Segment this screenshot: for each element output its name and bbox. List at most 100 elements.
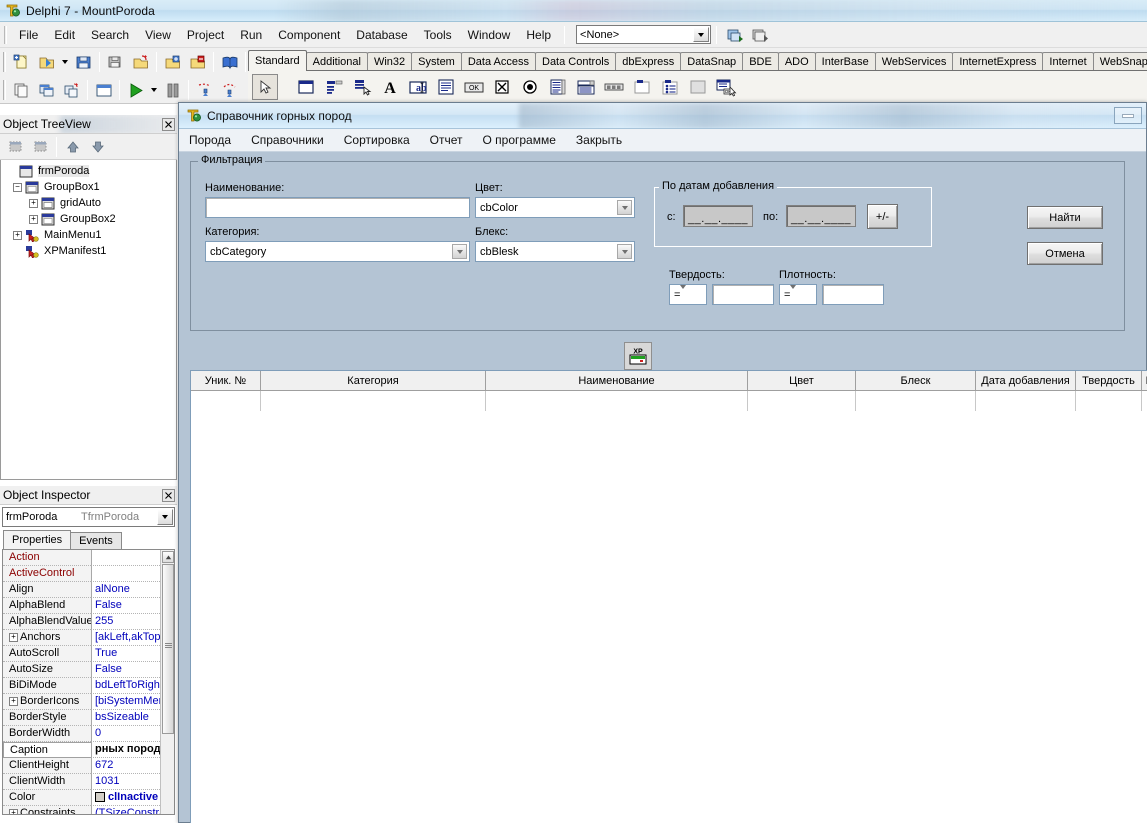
tab-events[interactable]: Events (70, 532, 122, 549)
add-file-to-project-icon[interactable] (161, 51, 184, 73)
close-icon[interactable] (162, 488, 175, 502)
palette-tab-system[interactable]: System (411, 52, 462, 71)
property-row[interactable]: ActiveControl (3, 566, 174, 582)
memo-icon[interactable] (433, 74, 459, 100)
chevron-down-icon[interactable] (680, 284, 687, 301)
property-row[interactable]: + Anchors [akLeft,akTop] (3, 630, 174, 646)
color-combo[interactable]: cbColor (475, 197, 635, 218)
popupmenu-icon[interactable] (349, 74, 375, 100)
menu-run[interactable]: Run (232, 25, 270, 45)
frames-icon[interactable] (293, 74, 319, 100)
form-menu-o-programme[interactable]: О программе (472, 131, 565, 149)
expander-plus-icon[interactable]: + (9, 808, 18, 814)
tab-properties[interactable]: Properties (3, 530, 72, 549)
palette-tab-win32[interactable]: Win32 (366, 52, 413, 71)
radiobutton-icon[interactable] (517, 74, 543, 100)
radiogroup-icon[interactable] (657, 74, 683, 100)
pause-icon[interactable] (161, 79, 184, 101)
trace-into-icon[interactable] (193, 79, 216, 101)
chevron-down-icon[interactable] (617, 200, 632, 215)
open-project-icon2[interactable] (129, 51, 152, 73)
menu-view[interactable]: View (137, 25, 179, 45)
grid-column-unique-no[interactable]: Уник. № (191, 371, 261, 391)
close-icon[interactable] (162, 117, 175, 131)
palette-tab-internetexpress[interactable]: InternetExpress (952, 52, 1044, 71)
toolbar-grip-1[interactable] (3, 52, 6, 72)
property-name-expandable[interactable]: + Constraints (3, 806, 91, 814)
property-row[interactable]: AutoScroll True (3, 646, 174, 662)
form-menu-otchet[interactable]: Отчет (420, 131, 473, 149)
grid-column-density[interactable]: Плотность (1142, 371, 1147, 391)
property-row[interactable]: BorderStyle bsSizeable (3, 710, 174, 726)
step-over-icon[interactable] (218, 79, 241, 101)
tree-node-GroupBox1[interactable]: − GroupBox1 (1, 179, 176, 195)
property-row[interactable]: BiDiMode bdLeftToRight (3, 678, 174, 694)
tree-node-XPManifest1[interactable]: XPManifest1 (1, 243, 176, 259)
palette-tab-websnap[interactable]: WebSnap (1092, 52, 1147, 71)
chevron-down-icon[interactable] (452, 244, 467, 259)
object-tree[interactable]: frmPoroda − GroupBox1 + gridAuto + Group… (0, 160, 177, 480)
property-name-expandable[interactable]: + BorderIcons (3, 694, 91, 710)
property-row[interactable]: Action (3, 550, 174, 566)
palette-tab-additional[interactable]: Additional (305, 52, 368, 71)
checkbox-icon[interactable] (489, 74, 515, 100)
palette-tab-webservices[interactable]: WebServices (874, 52, 954, 71)
palette-tab-data-controls[interactable]: Data Controls (535, 52, 617, 71)
open-file-icon[interactable] (35, 51, 58, 73)
move-down-icon[interactable] (86, 136, 109, 158)
menu-component[interactable]: Component (270, 25, 348, 45)
grid-column-hardness[interactable]: Твердость (1076, 371, 1142, 391)
toggle-form-unit-icon[interactable] (60, 79, 83, 101)
tree-node-frmPoroda[interactable]: frmPoroda (1, 163, 176, 179)
expander-plus-icon[interactable]: + (13, 230, 22, 240)
menu-project[interactable]: Project (179, 25, 232, 45)
run-dropdown-arrow[interactable] (148, 79, 160, 101)
grid-column-blesk[interactable]: Блеск (856, 371, 976, 391)
button-icon[interactable]: OK (461, 74, 487, 100)
form-designer-window[interactable]: Справочник горных пород Порода Справочни… (178, 102, 1147, 823)
menu-file[interactable]: File (11, 25, 46, 45)
property-row[interactable]: + BorderIcons [biSystemMenu (3, 694, 174, 710)
scrollbar-icon[interactable] (601, 74, 627, 100)
form-window-controls[interactable] (1114, 107, 1142, 124)
save-all-icon[interactable] (104, 51, 127, 73)
property-row[interactable]: Color clInactive (3, 790, 174, 806)
form-menu-sortirovka[interactable]: Сортировка (334, 131, 420, 149)
density-input[interactable] (822, 284, 884, 305)
xpmanifest-component-icon[interactable]: XP (624, 342, 652, 370)
results-grid[interactable]: Уник. № Категория Наименование Цвет Блес… (190, 370, 1147, 823)
form-menu-spravochniki[interactable]: Справочники (241, 131, 334, 149)
object-selector-combo[interactable]: frmPoroda TfrmPoroda (2, 507, 175, 527)
property-name-expandable[interactable]: + Anchors (3, 630, 91, 646)
property-row[interactable]: AlphaBlend False (3, 598, 174, 614)
remove-file-from-project-icon[interactable] (186, 51, 209, 73)
scroll-up-button[interactable] (162, 551, 174, 563)
pointer-arrow-icon[interactable] (252, 73, 278, 100)
expander-plus-icon[interactable]: + (9, 696, 18, 706)
menu-edit[interactable]: Edit (46, 25, 83, 45)
property-row-selected[interactable]: Caption рных пород (3, 742, 174, 758)
project-group-combo[interactable]: <None> (576, 25, 712, 44)
expander-plus-icon[interactable]: + (9, 632, 18, 642)
groupbox-icon[interactable] (629, 74, 655, 100)
property-row[interactable]: AutoSize False (3, 662, 174, 678)
property-row[interactable]: ClientHeight 672 (3, 758, 174, 774)
blesk-combo[interactable]: cbBlesk (475, 241, 635, 262)
menu-window[interactable]: Window (460, 25, 519, 45)
view-form-icon[interactable] (35, 79, 58, 101)
new-item-icon[interactable] (10, 51, 33, 73)
menu-tools[interactable]: Tools (416, 25, 460, 45)
property-grid-scrollbar[interactable] (160, 550, 174, 814)
grid-column-name[interactable]: Наименование (486, 371, 748, 391)
chevron-down-icon[interactable] (790, 284, 797, 301)
grid-empty-row[interactable] (191, 391, 1147, 411)
form-menu-poroda[interactable]: Порода (179, 131, 241, 149)
date-from-input[interactable]: __.__.____ (683, 205, 753, 227)
open-dropdown-arrow[interactable] (59, 51, 71, 73)
palette-tab-interbase[interactable]: InterBase (814, 52, 876, 71)
toolbar-grip-2[interactable] (3, 80, 6, 100)
expander-minus-icon[interactable]: − (13, 182, 22, 192)
combobox-icon[interactable] (573, 74, 599, 100)
category-combo[interactable]: cbCategory (205, 241, 470, 262)
grid-column-color[interactable]: Цвет (748, 371, 856, 391)
